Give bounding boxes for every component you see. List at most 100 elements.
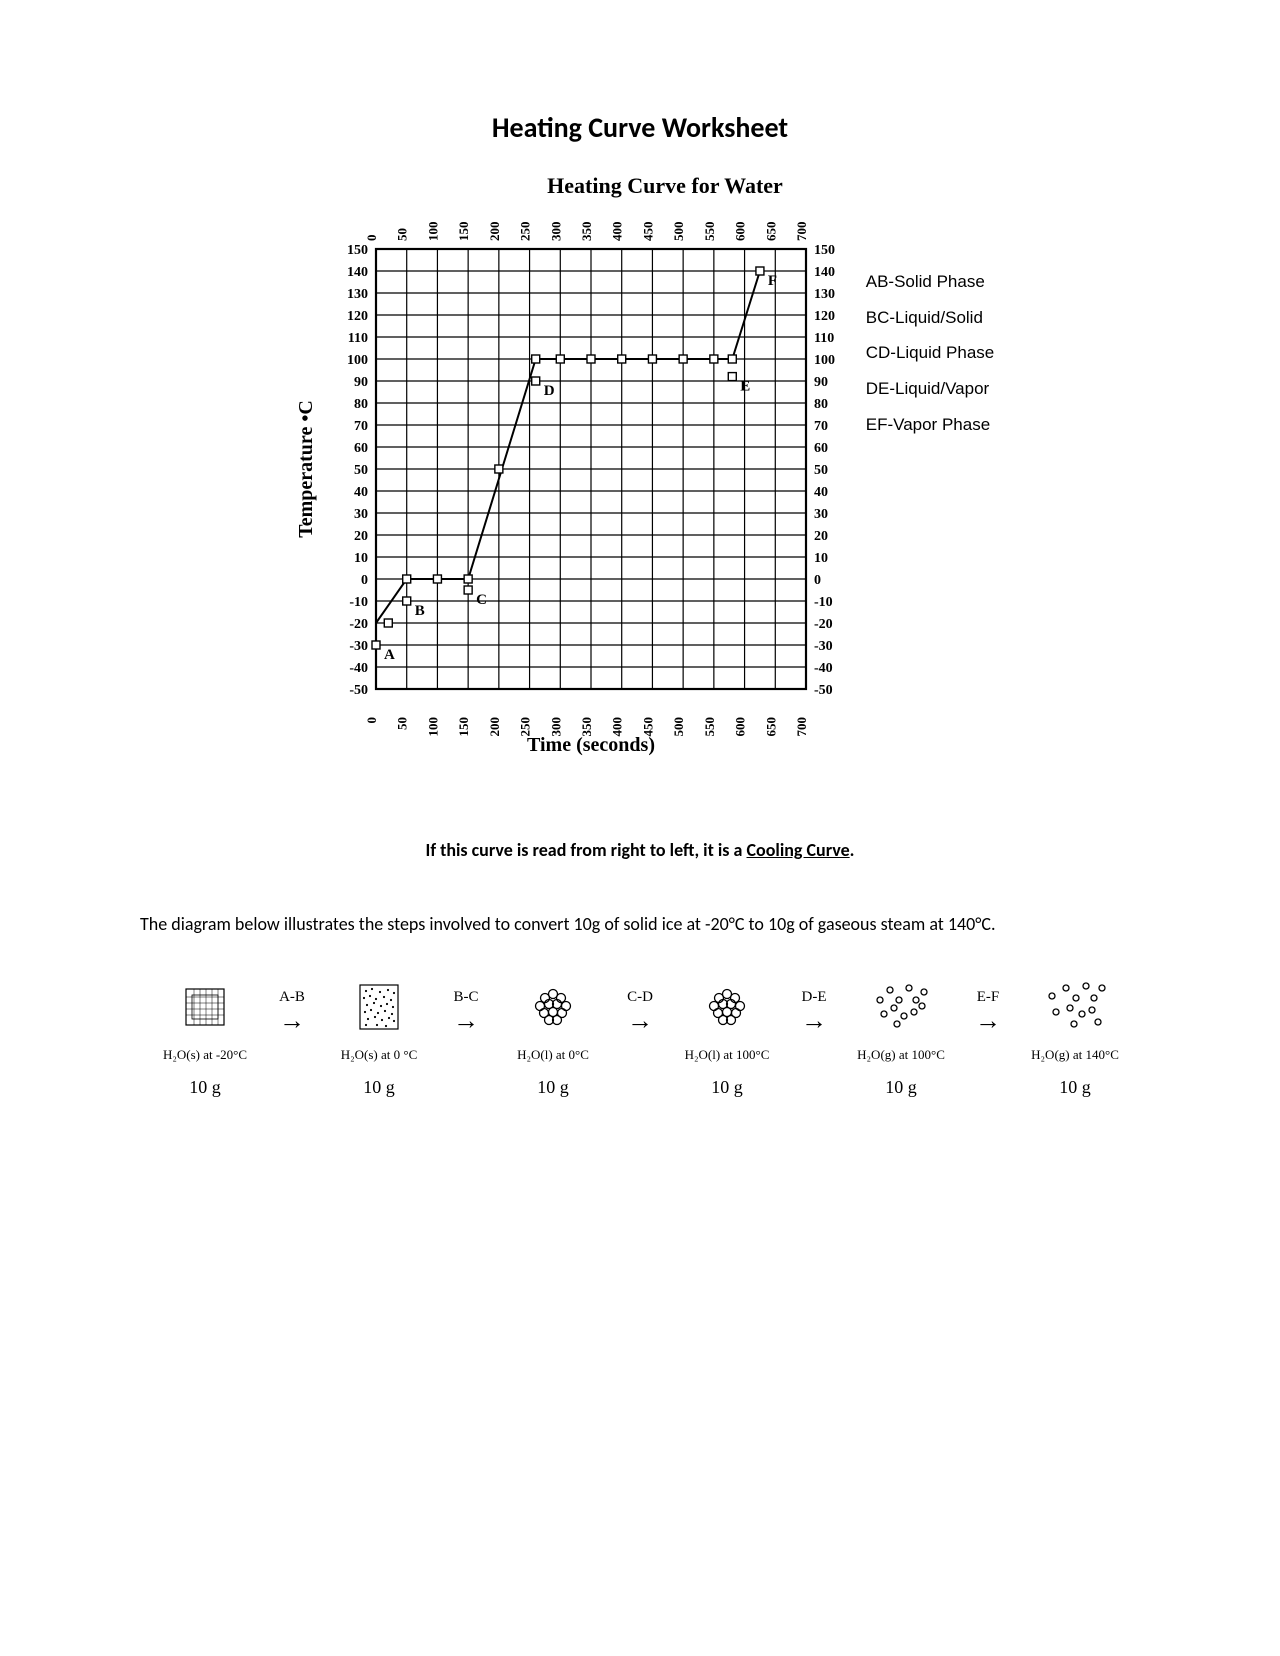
svg-text:50: 50	[814, 463, 828, 478]
svg-text:500: 500	[671, 222, 686, 242]
svg-text:10: 10	[354, 551, 368, 566]
arrow-ef: E-F →	[967, 977, 1009, 1034]
svg-text:40: 40	[814, 485, 828, 500]
svg-text:130: 130	[347, 287, 368, 302]
svg-text:100: 100	[425, 717, 440, 737]
svg-text:110: 110	[814, 331, 834, 346]
svg-text:50: 50	[354, 463, 368, 478]
svg-text:550: 550	[702, 717, 717, 737]
chart-legend: AB-Solid Phase BC-Liquid/Solid CD-Liquid…	[866, 209, 995, 442]
svg-text:500: 500	[671, 717, 686, 737]
svg-text:30: 30	[814, 507, 828, 522]
svg-text:600: 600	[732, 222, 747, 242]
svg-text:20: 20	[814, 529, 828, 544]
phase-solid-0: H₂O(s) at 0 °C 10 g	[319, 977, 439, 1098]
svg-text:150: 150	[456, 717, 471, 737]
svg-text:450: 450	[640, 222, 655, 242]
svg-text:90: 90	[814, 375, 828, 390]
svg-text:120: 120	[814, 309, 835, 324]
svg-text:-40: -40	[349, 661, 368, 676]
right-arrow-icon: →	[801, 1008, 827, 1034]
svg-text:F: F	[768, 273, 777, 289]
ice-lattice-icon	[182, 985, 228, 1029]
svg-text:E: E	[740, 379, 750, 395]
svg-text:0: 0	[364, 717, 379, 724]
svg-text:Temperature •C: Temperature •C	[295, 400, 317, 538]
arrow-ab: A-B →	[271, 977, 313, 1034]
phase-liquid-100: H₂O(l) at 100°C 10 g	[667, 977, 787, 1098]
svg-text:650: 650	[763, 222, 778, 242]
legend-ab: AB-Solid Phase	[866, 264, 995, 300]
legend-bc: BC-Liquid/Solid	[866, 300, 995, 336]
svg-text:70: 70	[354, 419, 368, 434]
svg-text:C: C	[476, 592, 487, 608]
svg-text:50: 50	[394, 228, 409, 241]
phase-solid-neg20: H₂O(s) at -20°C 10 g	[145, 977, 265, 1098]
svg-text:0: 0	[814, 573, 821, 588]
svg-text:10: 10	[814, 551, 828, 566]
svg-text:-30: -30	[814, 639, 833, 654]
svg-text:-10: -10	[814, 595, 833, 610]
svg-text:130: 130	[814, 287, 835, 302]
right-arrow-icon: →	[975, 1008, 1001, 1034]
svg-text:650: 650	[763, 717, 778, 737]
svg-text:140: 140	[814, 265, 835, 280]
svg-text:-30: -30	[349, 639, 368, 654]
svg-text:80: 80	[354, 397, 368, 412]
svg-text:150: 150	[814, 243, 835, 258]
gas-sparse-icon	[866, 980, 936, 1034]
svg-text:350: 350	[579, 222, 594, 242]
right-arrow-icon: →	[453, 1008, 479, 1034]
phase-gas-140: H₂O(g) at 140°C 10 g	[1015, 977, 1135, 1098]
svg-text:D: D	[543, 383, 554, 399]
gas-sparse-icon	[1040, 980, 1110, 1034]
svg-text:Time (seconds): Time (seconds)	[527, 734, 655, 756]
svg-text:700: 700	[794, 717, 809, 737]
svg-text:120: 120	[347, 309, 368, 324]
svg-text:-50: -50	[814, 683, 833, 698]
page-title: Heating Curve Worksheet	[140, 110, 1140, 145]
svg-text:-10: -10	[349, 595, 368, 610]
svg-text:400: 400	[609, 222, 624, 242]
legend-cd: CD-Liquid Phase	[866, 335, 995, 371]
svg-text:100: 100	[425, 222, 440, 242]
phase-diagram: H₂O(s) at -20°C 10 g A-B → H₂O(s) at 0 °…	[140, 977, 1140, 1098]
svg-text:200: 200	[487, 222, 502, 242]
svg-text:150: 150	[347, 243, 368, 258]
right-arrow-icon: →	[279, 1008, 305, 1034]
svg-text:100: 100	[814, 353, 835, 368]
liquid-cluster-icon	[526, 982, 580, 1032]
arrow-bc: B-C →	[445, 977, 487, 1034]
svg-text:40: 40	[354, 485, 368, 500]
right-arrow-icon: →	[627, 1008, 653, 1034]
svg-text:0: 0	[364, 235, 379, 242]
cooling-curve-note: If this curve is read from right to left…	[140, 839, 1140, 861]
ice-random-icon	[356, 983, 402, 1031]
svg-text:60: 60	[814, 441, 828, 456]
svg-text:60: 60	[354, 441, 368, 456]
chart-title: Heating Curve for Water	[190, 173, 1140, 199]
svg-text:A: A	[384, 647, 395, 663]
svg-text:250: 250	[517, 222, 532, 241]
svg-text:-20: -20	[349, 617, 368, 632]
svg-text:80: 80	[814, 397, 828, 412]
phase-liquid-0: H₂O(l) at 0°C 10 g	[493, 977, 613, 1098]
legend-de: DE-Liquid/Vapor	[866, 371, 995, 407]
svg-text:550: 550	[702, 222, 717, 242]
svg-text:-20: -20	[814, 617, 833, 632]
phase-diagram-explain: The diagram below illustrates the steps …	[140, 911, 1140, 937]
svg-text:100: 100	[347, 353, 368, 368]
arrow-cd: C-D →	[619, 977, 661, 1034]
svg-text:600: 600	[732, 717, 747, 737]
arrow-de: D-E →	[793, 977, 835, 1034]
svg-text:90: 90	[354, 375, 368, 390]
svg-text:20: 20	[354, 529, 368, 544]
phase-gas-100: H₂O(g) at 100°C 10 g	[841, 977, 961, 1098]
svg-text:200: 200	[487, 717, 502, 737]
svg-text:700: 700	[794, 222, 809, 242]
svg-text:50: 50	[394, 717, 409, 730]
svg-text:300: 300	[548, 222, 563, 242]
liquid-cluster-icon	[700, 982, 754, 1032]
svg-text:B: B	[414, 603, 424, 619]
svg-text:150: 150	[456, 222, 471, 242]
